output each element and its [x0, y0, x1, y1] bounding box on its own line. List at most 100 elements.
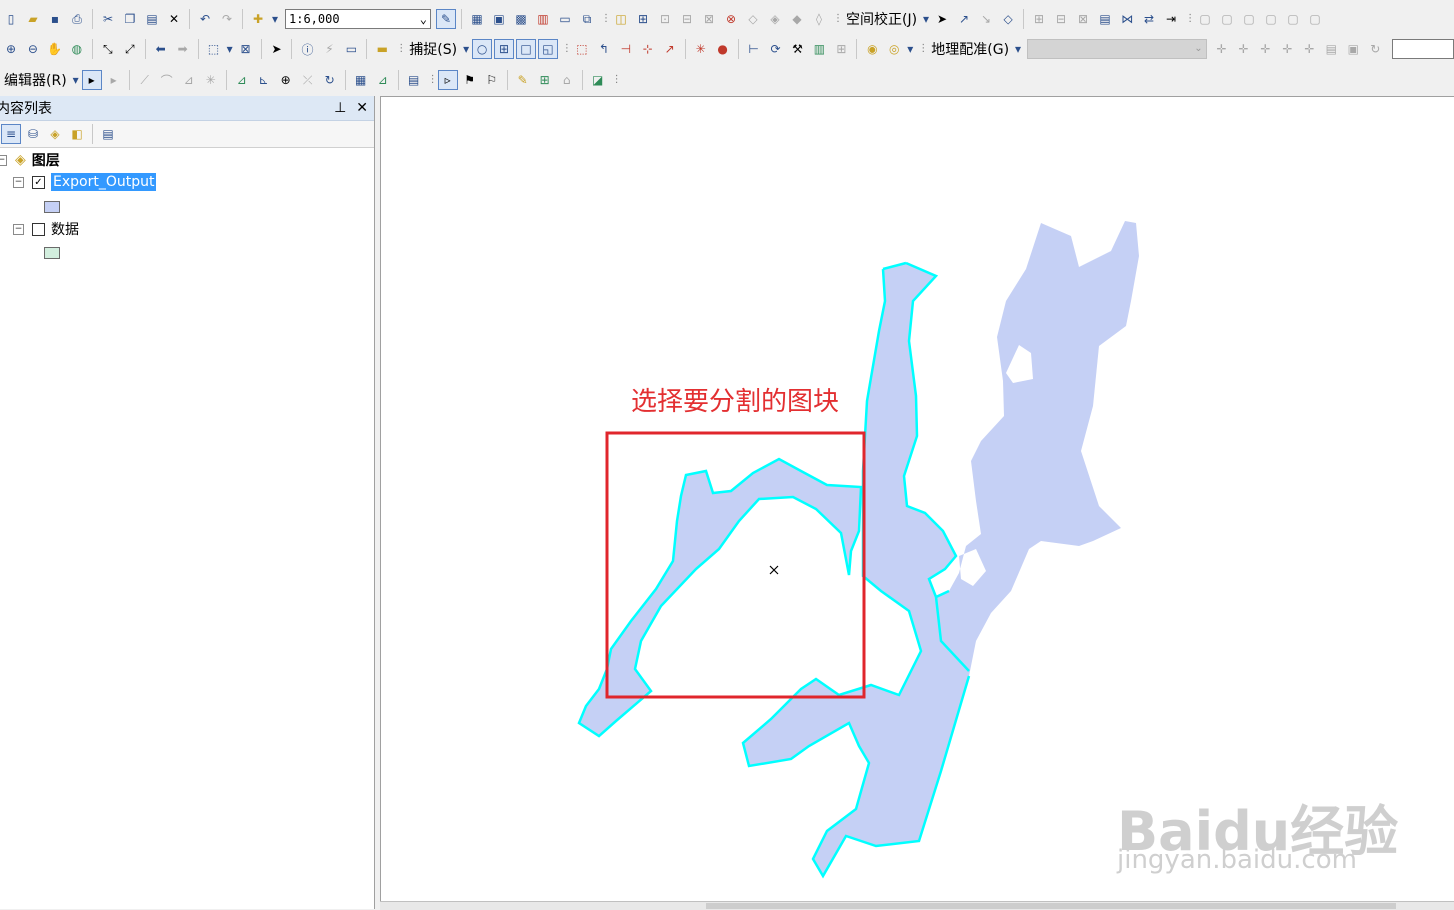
gray-tool-3-icon[interactable]: ▢	[1239, 9, 1259, 29]
toolbar-grip[interactable]: ⋮	[428, 69, 438, 91]
topology-icon[interactable]: ⊞	[633, 9, 653, 29]
georef-tool-2-icon[interactable]: ✛	[1234, 39, 1254, 59]
gray-tool-6-icon[interactable]: ▢	[1305, 9, 1325, 29]
error-inspector-icon[interactable]: ⊗	[721, 9, 741, 29]
link-table-icon[interactable]: ▤	[1095, 9, 1115, 29]
layer-name[interactable]: 数据	[51, 219, 79, 239]
dropdown-arrow-icon[interactable]: ▾	[226, 39, 234, 59]
sparkle-icon[interactable]: ✳	[691, 39, 711, 59]
redo-icon[interactable]: ↷	[217, 9, 237, 29]
toolbar-grip[interactable]: ⋮	[1185, 8, 1195, 30]
toolbar-grip[interactable]: ⋮	[833, 8, 843, 30]
shared-edges-icon[interactable]: ◇	[743, 9, 763, 29]
endpoint-arc-icon[interactable]: ⌒	[157, 70, 177, 90]
fixed-zoom-in-icon[interactable]: ⤡	[98, 39, 118, 59]
python-window-icon[interactable]: ▭	[555, 9, 575, 29]
new-displacement-link-icon[interactable]: ↗	[954, 9, 974, 29]
select-features-icon[interactable]: ⬚	[204, 39, 224, 59]
fixed-zoom-out-icon[interactable]: ⤢	[120, 39, 140, 59]
georef-tool-6-icon[interactable]: ▤	[1321, 39, 1341, 59]
arctoolbox-icon[interactable]: ▥	[533, 9, 553, 29]
list-by-selection-icon[interactable]: ◧	[67, 124, 87, 144]
toolbar-grip[interactable]: ⋮	[612, 69, 622, 91]
vertex-grid-icon[interactable]: ⊞	[535, 70, 555, 90]
new-icon[interactable]: ▯	[1, 9, 21, 29]
rotate-tool-icon[interactable]: ↻	[320, 70, 340, 90]
gray-tool-1-icon[interactable]: ▢	[1195, 9, 1215, 29]
collapse-icon[interactable]: −	[13, 176, 24, 188]
select-icon[interactable]: ➤	[267, 39, 287, 59]
toolbar-grip[interactable]: ⋮	[396, 38, 406, 60]
identity-link-icon[interactable]: ⊟	[1051, 9, 1071, 29]
map-canvas[interactable]	[381, 97, 1454, 902]
advanced-edit-1-icon[interactable]: ⊢	[744, 39, 764, 59]
zoom-in-icon[interactable]: ⊕	[1, 39, 21, 59]
dropdown-arrow-icon[interactable]: ▾	[1014, 39, 1022, 59]
line-tool-1-icon[interactable]: ↰	[594, 39, 614, 59]
html-popup-icon[interactable]: ▭	[341, 39, 361, 59]
editor-menu[interactable]: 编辑器(R)	[0, 69, 71, 91]
list-by-drawing-order-icon[interactable]: ≡	[1, 124, 21, 144]
collapse-icon[interactable]: −	[13, 223, 24, 235]
edge-snapping-icon[interactable]: ◱	[537, 39, 558, 59]
topology-edit-icon[interactable]: ⊡	[655, 9, 675, 29]
rotate-icon[interactable]: ↻	[1365, 39, 1385, 59]
line-tool-3-icon[interactable]: ⊹	[638, 39, 658, 59]
georef-tool-4-icon[interactable]: ✛	[1277, 39, 1297, 59]
dropdown-arrow-icon[interactable]: ▾	[72, 70, 80, 90]
gray-tool-2-icon[interactable]: ▢	[1217, 9, 1237, 29]
advanced-edit-4-icon[interactable]: ▥	[809, 39, 829, 59]
toggle-icon[interactable]: ⇥	[1161, 9, 1181, 29]
copy-icon[interactable]: ❐	[120, 9, 140, 29]
topology-fix-icon[interactable]: ⊠	[699, 9, 719, 29]
advanced-edit-2-icon[interactable]: ⟳	[766, 39, 786, 59]
horizontal-scroll-thumb[interactable]	[706, 903, 1396, 909]
globe-icon[interactable]: ◍	[67, 39, 87, 59]
close-icon[interactable]: ✕	[356, 100, 368, 116]
cogo-icon[interactable]: ⬚	[572, 39, 592, 59]
clear-selection-icon[interactable]: ⊠	[236, 39, 256, 59]
list-by-source-icon[interactable]: ⛁	[23, 124, 43, 144]
split-icon[interactable]: ⤫	[298, 70, 318, 90]
color-ball-icon[interactable]: ●	[713, 39, 733, 59]
save-icon[interactable]: ▪	[45, 9, 65, 29]
smooth-icon[interactable]: ◎	[884, 39, 904, 59]
pin-icon[interactable]: ⊥	[334, 100, 346, 116]
cut-polygons-icon[interactable]: ⊕	[276, 70, 296, 90]
layer-visibility-checkbox[interactable]: ✓	[32, 175, 45, 189]
point-icon[interactable]: ✳	[201, 70, 221, 90]
forward-icon[interactable]: ➡	[173, 39, 193, 59]
search-window-icon[interactable]: ▩	[511, 9, 531, 29]
advanced-edit-3-icon[interactable]: ⚒	[788, 39, 808, 59]
hyperlink-icon[interactable]: ⚡	[319, 39, 339, 59]
sketch-properties-icon[interactable]: ⊿	[373, 70, 393, 90]
dropdown-arrow-icon[interactable]: ▾	[270, 9, 280, 29]
measure-icon[interactable]: ▬	[372, 39, 392, 59]
snapping-menu[interactable]: 捕捉(S)	[405, 38, 461, 60]
print-icon[interactable]: ⎙	[67, 9, 87, 29]
modify-edge-icon[interactable]: ◊	[809, 9, 829, 29]
georeferencing-menu[interactable]: 地理配准(G)	[927, 38, 1013, 60]
georef-tool-3-icon[interactable]: ✛	[1255, 39, 1275, 59]
generalize-icon[interactable]: ◉	[862, 39, 882, 59]
dropdown-arrow-icon[interactable]: ▾	[462, 39, 470, 59]
topology-node-icon[interactable]: ⌂	[557, 70, 577, 90]
edit-tool-icon[interactable]: ▸	[81, 70, 102, 90]
grid-icon[interactable]: ⊞	[1029, 9, 1049, 29]
select-elements-icon[interactable]: ➤	[932, 9, 952, 29]
reshape-icon[interactable]: ⊾	[254, 70, 274, 90]
toolbar-grip[interactable]: ⋮	[918, 38, 928, 60]
spatial-adjustment-menu[interactable]: 空间校正(J)	[842, 8, 921, 30]
straight-segment-icon[interactable]: ⟋	[135, 70, 155, 90]
line-tool-2-icon[interactable]: ⊣	[616, 39, 636, 59]
collapse-icon[interactable]: −	[0, 154, 7, 166]
toc-root-row[interactable]: − ◈ 图层	[0, 150, 60, 170]
gray-tool-4-icon[interactable]: ▢	[1261, 9, 1281, 29]
georef-tool-7-icon[interactable]: ▣	[1343, 39, 1363, 59]
identify-icon[interactable]: ⓘ	[297, 39, 317, 59]
editor-toolbar-icon[interactable]: ✎	[436, 9, 456, 29]
line-tool-4-icon[interactable]: ↗	[660, 39, 680, 59]
lake-polygon-right[interactable]	[743, 221, 1139, 876]
georef-tool-1-icon[interactable]: ✛	[1212, 39, 1232, 59]
area-icon[interactable]: ⊠	[1073, 9, 1093, 29]
